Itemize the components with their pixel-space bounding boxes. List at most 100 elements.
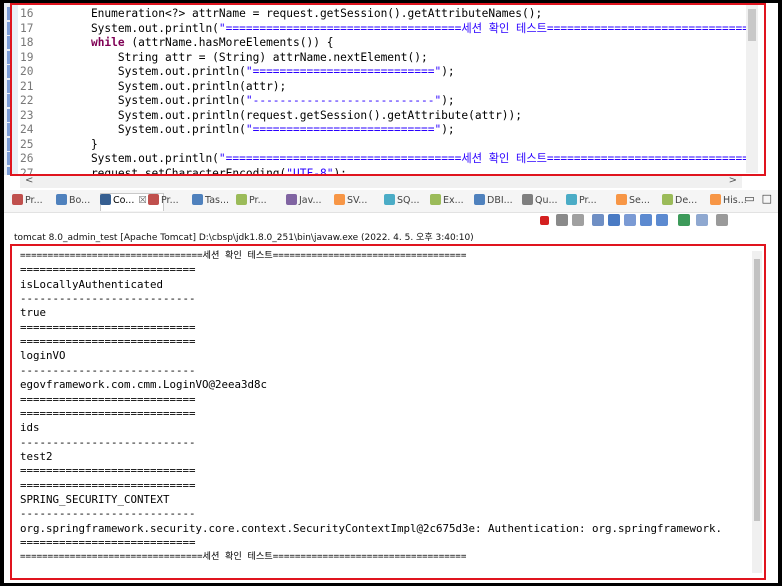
tab-tasks[interactable]: Tas...	[192, 194, 229, 208]
console-line: ===========================	[20, 263, 196, 277]
tab-javadoc[interactable]: Jav...	[286, 194, 322, 208]
scroll-right-icon[interactable]: >	[729, 175, 737, 186]
line-number: 23	[20, 108, 34, 122]
line-number: 22	[20, 94, 34, 107]
code-token: );	[333, 166, 347, 176]
console-line: org.springframework.security.core.contex…	[20, 521, 723, 535]
tab-console[interactable]: Co... ☒	[100, 194, 147, 208]
tab-label: De...	[675, 195, 698, 206]
code-line: 26 System.out.println("=================…	[18, 151, 758, 166]
progress-icon	[148, 194, 159, 205]
gutter-marker	[7, 7, 12, 20]
console-line: SPRING_SECURITY_CONTEXT	[20, 492, 170, 506]
tab-dbi[interactable]: DBI...	[474, 194, 513, 208]
scrollbar-thumb[interactable]	[748, 9, 756, 41]
debug-icon	[662, 194, 673, 205]
scrollbar-thumb[interactable]	[754, 259, 760, 521]
minimize-icon[interactable]: ▭	[744, 192, 754, 205]
console-line: ===========================	[20, 392, 196, 406]
code-token: request.setCharacterEncoding(	[64, 166, 287, 176]
close-icon[interactable]: ☒	[138, 195, 147, 206]
code-line: 22 System.out.println("-----------------…	[18, 93, 758, 108]
tab-label: SQ...	[397, 195, 420, 206]
tab-search[interactable]: Se...	[616, 194, 650, 208]
console-line: ===========================	[20, 320, 196, 334]
tab-label: Se...	[629, 195, 650, 206]
gutter-marker	[7, 152, 12, 165]
gutter-marker	[7, 50, 12, 64]
tab-problems[interactable]: Pr...	[12, 194, 43, 208]
tab-properties[interactable]: Pr...	[236, 194, 267, 208]
tab-label: DBI...	[487, 195, 513, 206]
terminate-icon[interactable]	[540, 216, 549, 225]
svn-icon	[334, 194, 345, 205]
line-number: 19	[20, 50, 34, 64]
query-icon	[522, 194, 533, 205]
console-line: ---------------------------	[20, 507, 196, 521]
line-number: 24	[20, 123, 34, 136]
word-wrap-icon[interactable]	[624, 214, 636, 226]
tab-label: Pr...	[249, 195, 267, 206]
console-line: ===========================	[20, 478, 196, 492]
tab-label: Pr...	[579, 195, 597, 206]
display-console-icon[interactable]	[696, 214, 708, 226]
editor-horizontal-scrollbar[interactable]: < >	[20, 175, 742, 188]
line-number: 21	[20, 79, 34, 93]
scroll-left-icon[interactable]: <	[25, 175, 33, 186]
open-console-icon[interactable]	[716, 214, 728, 226]
tab-project[interactable]: Pr...	[566, 194, 597, 208]
editor-vertical-scrollbar[interactable]	[746, 5, 758, 173]
string-token: "===================================세션 확…	[218, 21, 756, 35]
console-output[interactable]: =================================세션 확인 테…	[14, 243, 765, 573]
code-line: 20 System.out.println("=================…	[18, 64, 758, 79]
console-vertical-scrollbar[interactable]	[752, 251, 762, 573]
gutter-marker	[7, 79, 12, 93]
console-line: loginVO	[20, 349, 66, 363]
tab-debug[interactable]: De...	[662, 194, 697, 208]
tab-query[interactable]: Qu...	[522, 194, 558, 208]
tab-label: Ex...	[443, 195, 464, 206]
string-token: "---------------------------"	[245, 94, 442, 107]
code-editor[interactable]: 16 Enumeration<?> attrName = request.get…	[4, 3, 778, 175]
code-token: );	[441, 94, 455, 107]
console-line: ===========================	[20, 536, 196, 549]
console-line: test2	[20, 449, 53, 463]
pin-console-icon[interactable]	[678, 214, 690, 226]
line-number: 16	[20, 7, 34, 20]
code-token: System.out.println(	[64, 21, 219, 35]
explorer-icon	[430, 194, 441, 205]
code-line: 19 String attr = (String) attrName.nextE…	[18, 50, 758, 65]
code-token: System.out.println(	[64, 123, 246, 136]
console-line: ---------------------------	[20, 292, 196, 306]
string-token: "===================================세션 확…	[218, 152, 756, 165]
scroll-lock-icon[interactable]	[608, 214, 620, 226]
remove-launch-icon[interactable]	[556, 214, 568, 226]
code-token: Enumeration<?> attrName = request.getSes…	[64, 7, 543, 20]
code-token: System.out.println(	[64, 94, 246, 107]
show-on-stdout-icon[interactable]	[640, 214, 652, 226]
tab-label: Qu...	[535, 195, 558, 206]
tab-sql[interactable]: SQ...	[384, 194, 420, 208]
code-token: String attr = (String) attrName.nextElem…	[64, 50, 428, 64]
tab-label: Pr...	[161, 195, 179, 206]
line-number: 27	[20, 166, 34, 176]
tab-label: Tas...	[205, 195, 230, 206]
code-line: 24 System.out.println("=================…	[18, 122, 758, 137]
tab-label: Pr...	[25, 195, 43, 206]
code-line: 17 System.out.println("=================…	[18, 21, 758, 36]
tab-svn[interactable]: SV...	[334, 194, 367, 208]
console-line: true	[20, 306, 47, 320]
clear-console-icon[interactable]	[592, 214, 604, 226]
console-line: ids	[20, 421, 40, 435]
string-token: "==========================="	[245, 123, 442, 136]
tab-explorer[interactable]: Ex...	[430, 194, 464, 208]
tab-bookmarks[interactable]: Bo...	[56, 194, 90, 208]
show-on-stderr-icon[interactable]	[656, 214, 668, 226]
remove-all-icon[interactable]	[572, 214, 584, 226]
tab-progress[interactable]: Pr...	[148, 194, 179, 208]
problems-icon	[12, 194, 23, 205]
maximize-icon[interactable]: □	[762, 192, 772, 205]
tab-history[interactable]: His...	[710, 194, 747, 208]
gutter-marker	[7, 137, 12, 151]
